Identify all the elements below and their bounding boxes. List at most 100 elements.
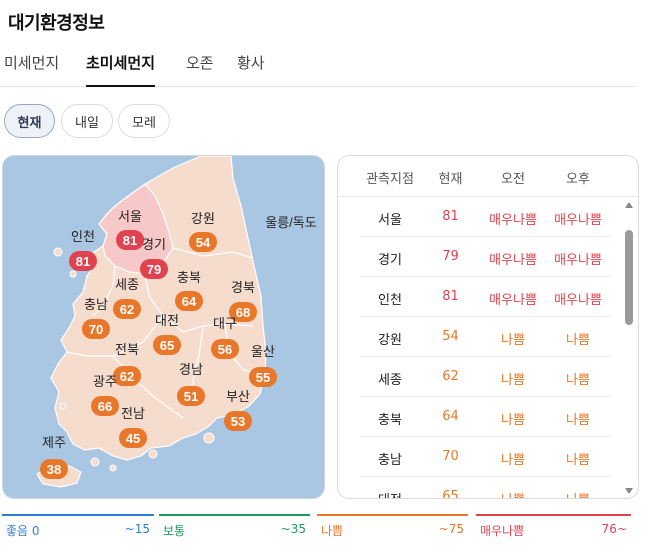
table-row[interactable]: 서울 81 매우나쁨 매우나쁨 — [360, 197, 610, 237]
region-value: 62 — [120, 369, 134, 384]
region-value: 64 — [182, 294, 197, 309]
region-name-label: 경남 — [179, 362, 203, 377]
table-row[interactable]: 충남 70 나쁨 나쁨 — [360, 437, 610, 477]
table-row[interactable]: 경기 79 매우나쁨 매우나쁨 — [360, 237, 610, 277]
region-name-label: 대전 — [155, 313, 179, 328]
region-value: 81 — [76, 254, 90, 269]
scroll-down-icon[interactable] — [625, 488, 633, 494]
region-value: 81 — [123, 233, 137, 248]
table-row[interactable]: 대전 65 나쁨 나쁨 — [360, 477, 610, 499]
page-title: 대기환경정보 — [8, 13, 105, 34]
cell-am: 나쁨 — [483, 489, 543, 498]
day-tab-day-after[interactable]: 모레 — [118, 104, 170, 138]
legend-range: ~15 — [124, 522, 150, 536]
cell-now: 81 — [442, 289, 459, 304]
day-tab-now[interactable]: 현재 — [4, 104, 55, 138]
scroll-up-icon[interactable] — [625, 202, 633, 208]
legend-item-very-bad: 매우나쁨 76~ — [476, 514, 631, 544]
legend-item-normal: 보통 ~35 — [159, 514, 310, 544]
legend-item-bad: 나쁨 ~75 — [317, 514, 468, 544]
header-now: 현재 — [438, 172, 463, 187]
table-row[interactable]: 충북 64 나쁨 나쁨 — [360, 397, 610, 437]
cell-station: 강원 — [378, 333, 402, 348]
cell-now: 79 — [442, 249, 459, 264]
region-value: 53 — [231, 414, 245, 429]
table-row[interactable]: 인천 81 매우나쁨 매우나쁨 — [360, 277, 610, 317]
region-name-label: 충남 — [84, 297, 108, 312]
cell-pm: 매우나쁨 — [554, 213, 602, 228]
legend-item-good: 좋음 0 ~15 — [2, 514, 154, 544]
cell-now: 65 — [442, 489, 459, 499]
island-label-ulleung: 울릉/독도 — [265, 215, 316, 230]
tab-ozone[interactable]: 오존 — [186, 52, 214, 87]
cell-am: 나쁨 — [501, 413, 525, 428]
region-value: 66 — [98, 399, 112, 414]
air-quality-map: 울릉/독도 서울 81 경기 79 인천 81 강원 54 세종 62 충북 64 충남 70 대전 65 경북… — [2, 155, 325, 499]
region-value: 55 — [256, 370, 270, 385]
day-tab-tomorrow[interactable]: 내일 — [61, 104, 113, 138]
region-value: 56 — [218, 342, 232, 357]
table-body[interactable]: 서울 81 매우나쁨 매우나쁨 경기 79 매우나쁨 매우나쁨 인천 81 매우나쁨 매우나쁨 강원 54… — [338, 197, 638, 499]
cell-am: 나쁨 — [501, 333, 525, 348]
cell-station: 경기 — [378, 253, 402, 268]
region-name-label: 대구 — [213, 316, 237, 331]
tab-ultrafine-dust[interactable]: 초미세먼지 — [86, 52, 156, 87]
station-table: 관측지점 현재 오전 오후 서울 81 매우나쁨 매우나쁨 경기 79 매우나쁨 매우나쁨 인천… — [337, 155, 639, 499]
cell-station: 충북 — [378, 413, 402, 428]
cell-now: 70 — [442, 449, 459, 464]
pollutant-tabs: 미세먼지 초미세먼지 오존 황사 — [0, 46, 637, 87]
region-name-label: 충북 — [177, 270, 201, 285]
cell-now: 54 — [442, 329, 459, 344]
cell-am: 나쁨 — [501, 373, 525, 388]
korea-map: 울릉/독도 서울 81 경기 79 인천 81 강원 54 세종 62 충북 64 충남 70 대전 65 경북… — [3, 156, 324, 498]
region-value: 45 — [126, 431, 140, 446]
cell-pm: 나쁨 — [566, 453, 590, 468]
region-name-label: 경기 — [142, 237, 166, 252]
cell-pm: 나쁨 — [566, 333, 590, 348]
level-legend: 좋음 0 ~15 보통 ~35 나쁨 ~75 매우나쁨 76~ — [0, 514, 653, 544]
tab-yellow-dust[interactable]: 황사 — [237, 52, 265, 87]
cell-station: 인천 — [378, 293, 402, 308]
cell-am: 매우나쁨 — [489, 253, 537, 268]
cell-pm: 매우나쁨 — [554, 293, 602, 308]
cell-station: 서울 — [378, 213, 402, 228]
cell-station: 대전 — [360, 489, 420, 498]
region-name-label: 광주 — [93, 374, 117, 389]
region-name-label: 제주 — [42, 435, 66, 450]
cell-now: 64 — [442, 409, 459, 424]
table-row[interactable]: 강원 54 나쁨 나쁨 — [360, 317, 610, 357]
region-value: 65 — [160, 338, 174, 353]
table-scrollbar[interactable] — [622, 200, 636, 496]
region-value: 38 — [47, 462, 61, 477]
region-name-label: 세종 — [115, 277, 139, 292]
cell-pm: 나쁨 — [548, 489, 608, 498]
cell-station: 세종 — [378, 373, 402, 388]
header-am: 오전 — [501, 172, 525, 187]
cell-pm: 나쁨 — [566, 373, 590, 388]
legend-label: 나쁨 — [321, 524, 344, 538]
region-name-label: 전남 — [121, 406, 145, 421]
table-header: 관측지점 현재 오전 오후 — [338, 156, 638, 197]
cell-now: 81 — [442, 209, 459, 224]
header-station: 관측지점 — [366, 172, 414, 187]
tab-fine-dust[interactable]: 미세먼지 — [4, 52, 59, 87]
legend-label: 좋음 0 — [6, 524, 40, 538]
region-name-label: 인천 — [71, 229, 95, 244]
cell-am: 나쁨 — [501, 453, 525, 468]
region-name-label: 전북 — [115, 342, 139, 357]
legend-range: ~35 — [280, 522, 306, 536]
legend-label: 보통 — [163, 524, 186, 538]
region-name-label: 부산 — [226, 389, 250, 404]
legend-label: 매우나쁨 — [480, 524, 525, 538]
legend-range: 76~ — [601, 522, 627, 536]
region-name-label: 강원 — [191, 211, 215, 226]
cell-now: 62 — [442, 369, 459, 384]
region-value: 54 — [196, 235, 211, 250]
region-name-label: 서울 — [118, 209, 142, 224]
cell-pm: 매우나쁨 — [554, 253, 602, 268]
scroll-thumb[interactable] — [625, 230, 633, 325]
region-name-label: 울산 — [251, 344, 275, 359]
region-value: 79 — [147, 262, 161, 277]
region-value: 62 — [120, 302, 134, 317]
table-row[interactable]: 세종 62 나쁨 나쁨 — [360, 357, 610, 397]
